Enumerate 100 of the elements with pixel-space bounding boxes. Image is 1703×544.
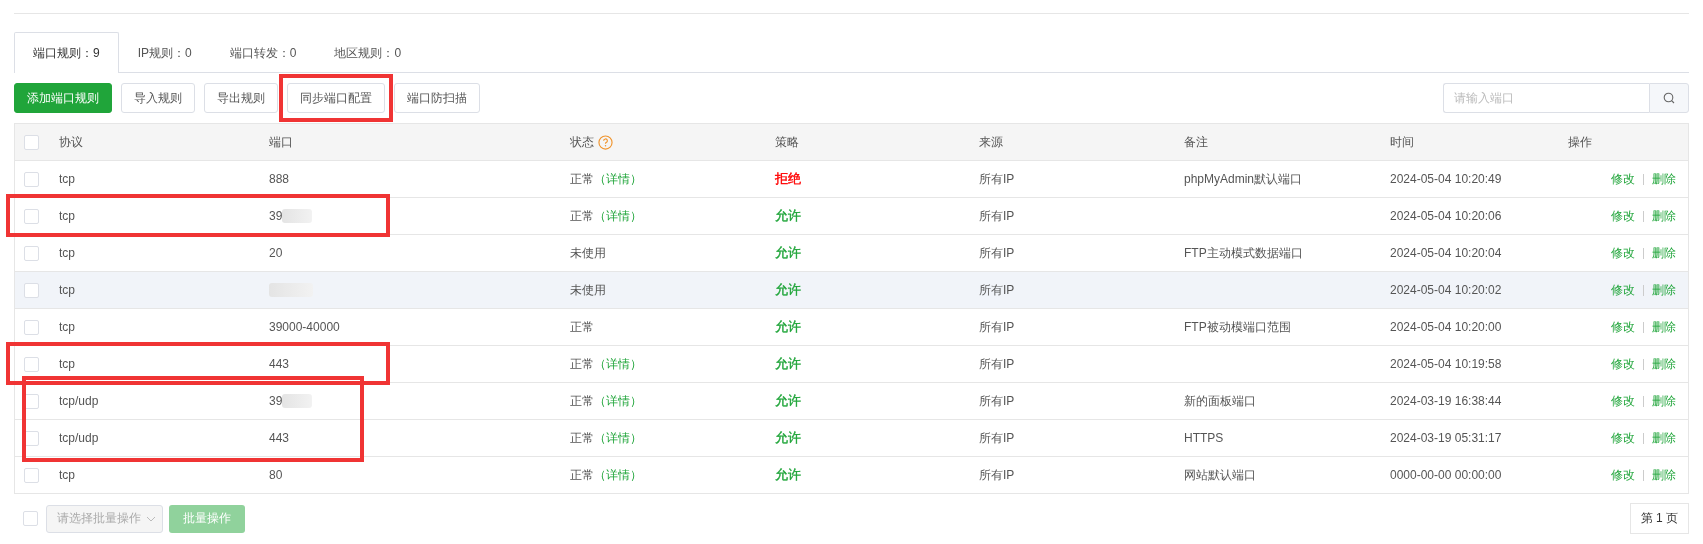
- table-row[interactable]: tcp/udp 39 正常（详情） 允许 所有IP 新的面板端口 2024-03-19 16:38:44 修改 删除: [15, 382, 1688, 419]
- edit-link[interactable]: 修改: [1611, 318, 1635, 336]
- edit-link[interactable]: 修改: [1611, 207, 1635, 225]
- toolbar-button[interactable]: 端口防扫描: [394, 83, 480, 113]
- delete-link[interactable]: 删除: [1652, 355, 1676, 373]
- table-cell-text: 2024-05-04 10:20:00: [1390, 320, 1503, 334]
- table-row[interactable]: tcp 888 正常（详情） 拒绝 所有IP phpMyAdmin默认端口 2024-05-04 10:20:49 修改 删除: [15, 160, 1688, 197]
- delete-link[interactable]: 删除: [1652, 244, 1676, 262]
- table-cell: 正常: [570, 393, 594, 408]
- table-cell: 未使用: [570, 245, 606, 260]
- table-cell-text: 2024-05-04 10:20:06: [1390, 209, 1503, 223]
- table-cell: FTP主动模式数据端口: [1184, 245, 1303, 260]
- delete-link[interactable]: 删除: [1652, 207, 1676, 225]
- table-cell-text: tcp: [59, 468, 76, 482]
- search-field[interactable]: 请输入端口: [1443, 83, 1649, 113]
- tab[interactable]: IP规则：0: [118, 32, 211, 73]
- checkbox[interactable]: [24, 319, 39, 335]
- table-cell: 新的面板端口: [1184, 393, 1256, 408]
- delete-link[interactable]: 删除: [1652, 281, 1676, 299]
- edit-link[interactable]: 修改: [1611, 281, 1635, 299]
- table-cell: 正常: [570, 171, 594, 186]
- table-cell-text: 所有IP: [979, 281, 1016, 299]
- checkbox[interactable]: [24, 134, 39, 150]
- table-cell: phpMyAdmin默认端口: [1184, 171, 1303, 186]
- table-cell: 888: [269, 172, 290, 186]
- delete-link[interactable]: 删除: [1652, 429, 1676, 447]
- table-cell: 正常: [570, 467, 594, 482]
- add-button[interactable]: 添加端口规则: [14, 83, 112, 113]
- checkbox[interactable]: [24, 245, 39, 261]
- details-link[interactable]: （详情）: [594, 393, 642, 408]
- table-row[interactable]: tcp 未使用 允许 所有IP 2024-05-04 10:20:02 修改 删除: [15, 271, 1688, 308]
- edit-link[interactable]: 修改: [1611, 392, 1635, 410]
- edit-link[interactable]: 修改: [1611, 466, 1635, 484]
- column-header: 协议: [59, 133, 84, 151]
- table-cell-text: tcp: [59, 209, 76, 223]
- table-row[interactable]: tcp 39000-40000 正常 允许 所有IP FTP被动模端口范围 2024-05-04 10:20:00 修改 删除: [15, 308, 1688, 345]
- tab[interactable]: 端口转发：0: [210, 32, 316, 73]
- table-cell: 允许: [775, 281, 801, 299]
- toolbar-button[interactable]: 同步端口配置: [287, 83, 385, 113]
- checkbox[interactable]: [24, 208, 39, 224]
- table-cell: 39000-40000: [269, 320, 340, 334]
- table-cell-text: 所有IP: [979, 355, 1016, 373]
- table-row[interactable]: tcp 39 正常（详情） 允许 所有IP 2024-05-04 10:20:06 修改 删除: [15, 197, 1688, 234]
- table-cell: 拒绝: [775, 170, 801, 188]
- table-cell: 允许: [775, 355, 801, 373]
- page-indicator[interactable]: 第 1 页: [1629, 503, 1689, 534]
- table-cell-text: 2024-05-04 10:20:02: [1390, 283, 1503, 297]
- toolbar-button[interactable]: 导出规则: [204, 83, 278, 113]
- column-header: 备注: [1184, 133, 1209, 151]
- column-header: 策略: [775, 133, 800, 151]
- details-link[interactable]: （详情）: [594, 208, 642, 223]
- edit-link[interactable]: 修改: [1611, 170, 1635, 188]
- table-cell: 允许: [775, 392, 801, 410]
- table-cell-text: tcp: [59, 246, 76, 260]
- table-row[interactable]: tcp 80 正常（详情） 允许 所有IP 网站默认端口 0000-00-00 00:00:00 修改 删除: [15, 456, 1688, 493]
- checkbox[interactable]: [24, 282, 39, 298]
- column-header: 时间: [1390, 133, 1415, 151]
- delete-link[interactable]: 删除: [1652, 466, 1676, 484]
- table-cell-text: 所有IP: [979, 392, 1016, 410]
- checkbox[interactable]: [23, 511, 38, 526]
- table-cell-text: tcp/udp: [59, 431, 100, 445]
- table-cell-text: 2024-03-19 16:38:44: [1390, 394, 1503, 408]
- details-link[interactable]: （详情）: [594, 171, 642, 186]
- help-icon[interactable]: [598, 134, 613, 150]
- table-cell: 39: [269, 394, 283, 408]
- table-cell: 20: [269, 246, 283, 260]
- caret-icon: [146, 515, 156, 522]
- tab[interactable]: 地区规则：0: [315, 32, 421, 73]
- column-header: 操作: [1568, 133, 1593, 151]
- table-cell-text: tcp: [59, 283, 76, 297]
- details-link[interactable]: （详情）: [594, 467, 642, 482]
- table-row[interactable]: tcp 443 正常（详情） 允许 所有IP 2024-05-04 10:19:58 修改 删除: [15, 345, 1688, 382]
- toolbar-button[interactable]: 导入规则: [121, 83, 195, 113]
- table-cell: 443: [269, 357, 290, 371]
- search-icon[interactable]: [1663, 92, 1675, 104]
- edit-link[interactable]: 修改: [1611, 355, 1635, 373]
- table-cell: 正常: [570, 208, 594, 223]
- details-link[interactable]: （详情）: [594, 430, 642, 445]
- table-cell-text: 2024-05-04 10:19:58: [1390, 357, 1503, 371]
- column-header: 端口: [269, 133, 294, 151]
- delete-link[interactable]: 删除: [1652, 392, 1676, 410]
- table-cell: 443: [269, 431, 290, 445]
- table-row[interactable]: tcp/udp 443 正常（详情） 允许 所有IP HTTPS 2024-03-19 05:31:17 修改 删除: [15, 419, 1688, 456]
- checkbox[interactable]: [24, 356, 39, 372]
- edit-link[interactable]: 修改: [1611, 429, 1635, 447]
- checkbox[interactable]: [24, 171, 39, 187]
- table-cell-text: 2024-03-19 05:31:17: [1390, 431, 1503, 445]
- table-cell: 正常: [570, 356, 594, 371]
- table-cell: 允许: [775, 244, 801, 262]
- delete-link[interactable]: 删除: [1652, 170, 1676, 188]
- table-cell-text: 所有IP: [979, 429, 1016, 447]
- details-link[interactable]: （详情）: [594, 356, 642, 371]
- edit-link[interactable]: 修改: [1611, 244, 1635, 262]
- delete-link[interactable]: 删除: [1652, 318, 1676, 336]
- tab[interactable]: 端口规则：9: [14, 32, 119, 73]
- table-cell-text: 所有IP: [979, 466, 1016, 484]
- table-cell-text: 2024-05-04 10:20:49: [1390, 172, 1503, 186]
- table-cell: 允许: [775, 318, 801, 336]
- checkbox[interactable]: [24, 467, 39, 483]
- table-cell: 允许: [775, 466, 801, 484]
